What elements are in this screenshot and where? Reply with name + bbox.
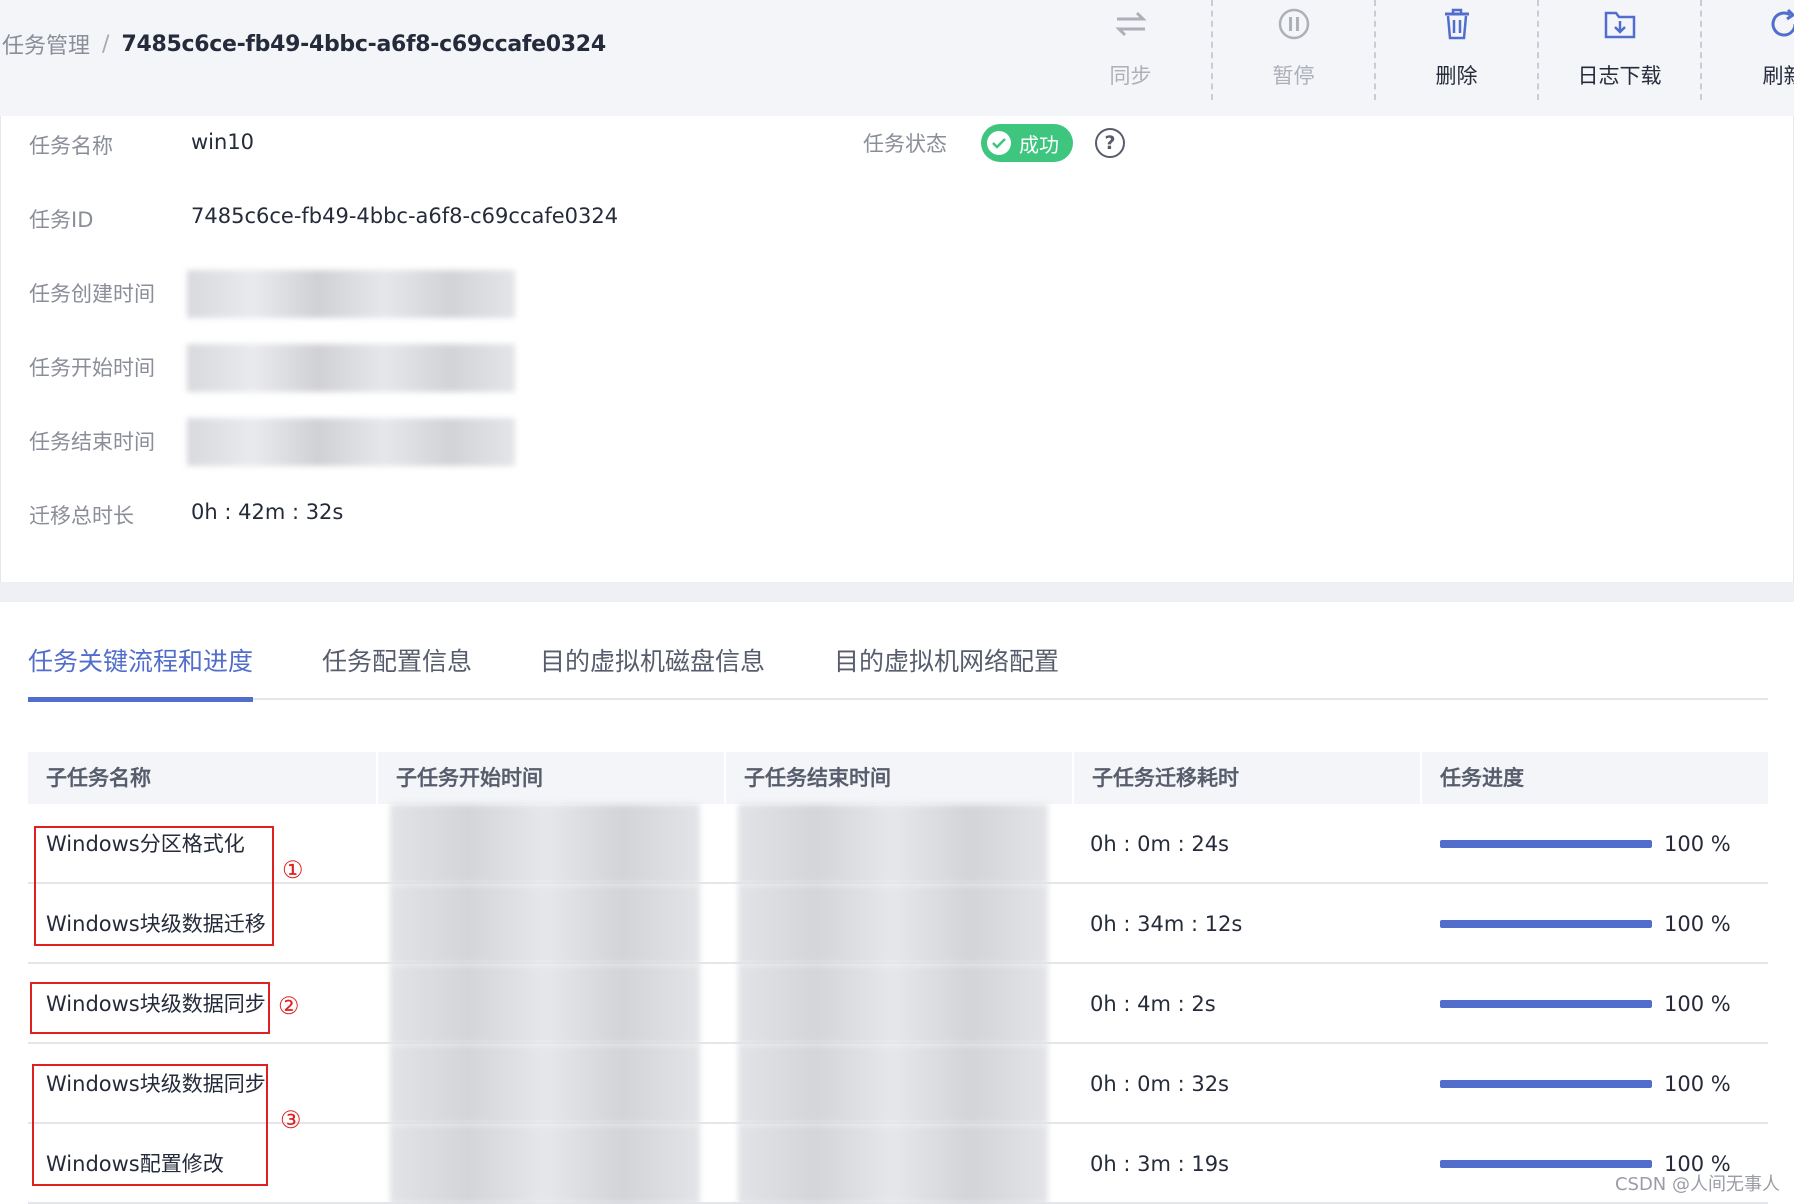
start-time-redacted [390, 1044, 700, 1124]
start-time-redacted [390, 1124, 700, 1204]
end-time-redacted [738, 1044, 1048, 1124]
col-start-time: 子任务开始时间 [376, 752, 724, 804]
breadcrumb-root-link[interactable]: 任务管理 [2, 28, 90, 60]
delete-button[interactable]: 删除 [1376, 0, 1539, 100]
start-time-redacted [390, 884, 700, 964]
folder-download-icon [1600, 4, 1640, 44]
progress-bar [1440, 840, 1652, 848]
progress-percent: 100 % [1664, 912, 1731, 936]
pause-circle-icon [1274, 4, 1314, 44]
tab-key-process[interactable]: 任务关键流程和进度 [28, 642, 254, 702]
progress-percent: 100 % [1664, 832, 1731, 856]
refresh-button[interactable]: 刷新 [1702, 0, 1794, 100]
subtask-duration: 0h : 0m : 32s [1090, 1072, 1230, 1096]
subtask-table: 子任务名称 子任务开始时间 子任务结束时间 子任务迁移耗时 任务进度 Windo… [28, 752, 1768, 1204]
task-id-label: 任务ID [29, 208, 94, 232]
tab-disk-info[interactable]: 目的虚拟机磁盘信息 [540, 642, 765, 700]
annotation-box-2 [30, 982, 270, 1034]
end-time-redacted [738, 964, 1048, 1044]
start-time-redacted [390, 964, 700, 1044]
task-name-label: 任务名称 [29, 134, 113, 158]
task-info-panel: 任务名称 win10 任务状态 成功 ? 任务ID 7485c6ce-fb49-… [0, 116, 1794, 586]
annotation-marker-1: ① [282, 856, 304, 884]
subtask-duration: 0h : 0m : 24s [1090, 832, 1230, 856]
breadcrumb: 任务管理 / 7485c6ce-fb49-4bbc-a6f8-c69ccafe0… [2, 28, 606, 60]
end-time-redacted [738, 1124, 1048, 1204]
annotation-box-1 [34, 826, 274, 946]
table-header: 子任务名称 子任务开始时间 子任务结束时间 子任务迁移耗时 任务进度 [28, 752, 1768, 804]
task-status-label: 任务状态 [863, 132, 947, 156]
progress-percent: 100 % [1664, 1072, 1731, 1096]
status-badge-text: 成功 [1019, 132, 1059, 157]
task-created-value-redacted [187, 270, 515, 318]
end-time-redacted [738, 804, 1048, 884]
progress-bar [1440, 920, 1652, 928]
refresh-icon [1764, 4, 1794, 44]
tab-config-info[interactable]: 任务配置信息 [322, 642, 472, 700]
task-created-label: 任务创建时间 [29, 282, 155, 306]
check-icon [987, 131, 1011, 155]
help-icon[interactable]: ? [1095, 128, 1125, 158]
task-end-value-redacted [187, 418, 515, 466]
pause-label: 暂停 [1272, 64, 1315, 88]
duration-label: 迁移总时长 [29, 504, 134, 528]
toolbar: 同步 暂停 删除 日志下载 刷新 [1050, 0, 1794, 100]
pause-button[interactable]: 暂停 [1213, 0, 1376, 100]
sync-label: 同步 [1109, 64, 1152, 88]
progress-bar [1440, 1000, 1652, 1008]
breadcrumb-current: 7485c6ce-fb49-4bbc-a6f8-c69ccafe0324 [121, 31, 606, 57]
annotation-marker-3: ③ [280, 1106, 302, 1134]
trash-icon [1437, 4, 1477, 44]
section-divider [0, 582, 1794, 602]
col-progress: 任务进度 [1420, 752, 1768, 804]
annotation-box-3 [32, 1064, 268, 1186]
subtask-duration: 0h : 34m : 12s [1090, 912, 1243, 936]
delete-label: 删除 [1435, 64, 1478, 88]
task-end-label: 任务结束时间 [29, 430, 155, 454]
progress-bar [1440, 1080, 1652, 1088]
progress-bar [1440, 1160, 1652, 1168]
start-time-redacted [390, 804, 700, 884]
task-start-label: 任务开始时间 [29, 356, 155, 380]
end-time-redacted [738, 884, 1048, 964]
sync-button[interactable]: 同步 [1050, 0, 1213, 100]
annotation-marker-2: ② [278, 992, 300, 1020]
col-duration: 子任务迁移耗时 [1072, 752, 1420, 804]
subtask-duration: 0h : 3m : 19s [1090, 1152, 1230, 1176]
download-log-button[interactable]: 日志下载 [1539, 0, 1702, 100]
refresh-label: 刷新 [1762, 64, 1794, 88]
download-log-label: 日志下载 [1577, 64, 1662, 88]
tab-network-config[interactable]: 目的虚拟机网络配置 [834, 642, 1059, 700]
table-row: Windows配置修改 0h : 3m : 19s 100 % [28, 1124, 1768, 1204]
table-row: Windows块级数据迁移 0h : 34m : 12s 100 % [28, 884, 1768, 964]
task-start-value-redacted [187, 344, 515, 392]
task-status: 任务状态 成功 ? [863, 124, 1125, 162]
page-header: 任务管理 / 7485c6ce-fb49-4bbc-a6f8-c69ccafe0… [0, 0, 1794, 116]
status-badge: 成功 [981, 124, 1073, 162]
sync-arrows-icon [1111, 4, 1151, 44]
col-subtask-name: 子任务名称 [46, 766, 151, 790]
tab-bar: 任务关键流程和进度 任务配置信息 目的虚拟机磁盘信息 目的虚拟机网络配置 [28, 642, 1768, 702]
breadcrumb-separator: / [102, 31, 110, 57]
col-end-time: 子任务结束时间 [724, 752, 1072, 804]
watermark: CSDN @人间无事人 [1614, 1174, 1780, 1195]
task-id-value: 7485c6ce-fb49-4bbc-a6f8-c69ccafe0324 [191, 204, 619, 228]
progress-percent: 100 % [1664, 992, 1731, 1016]
subtask-duration: 0h : 4m : 2s [1090, 992, 1216, 1016]
duration-value: 0h : 42m : 32s [191, 500, 344, 524]
task-name-value: win10 [191, 130, 255, 154]
